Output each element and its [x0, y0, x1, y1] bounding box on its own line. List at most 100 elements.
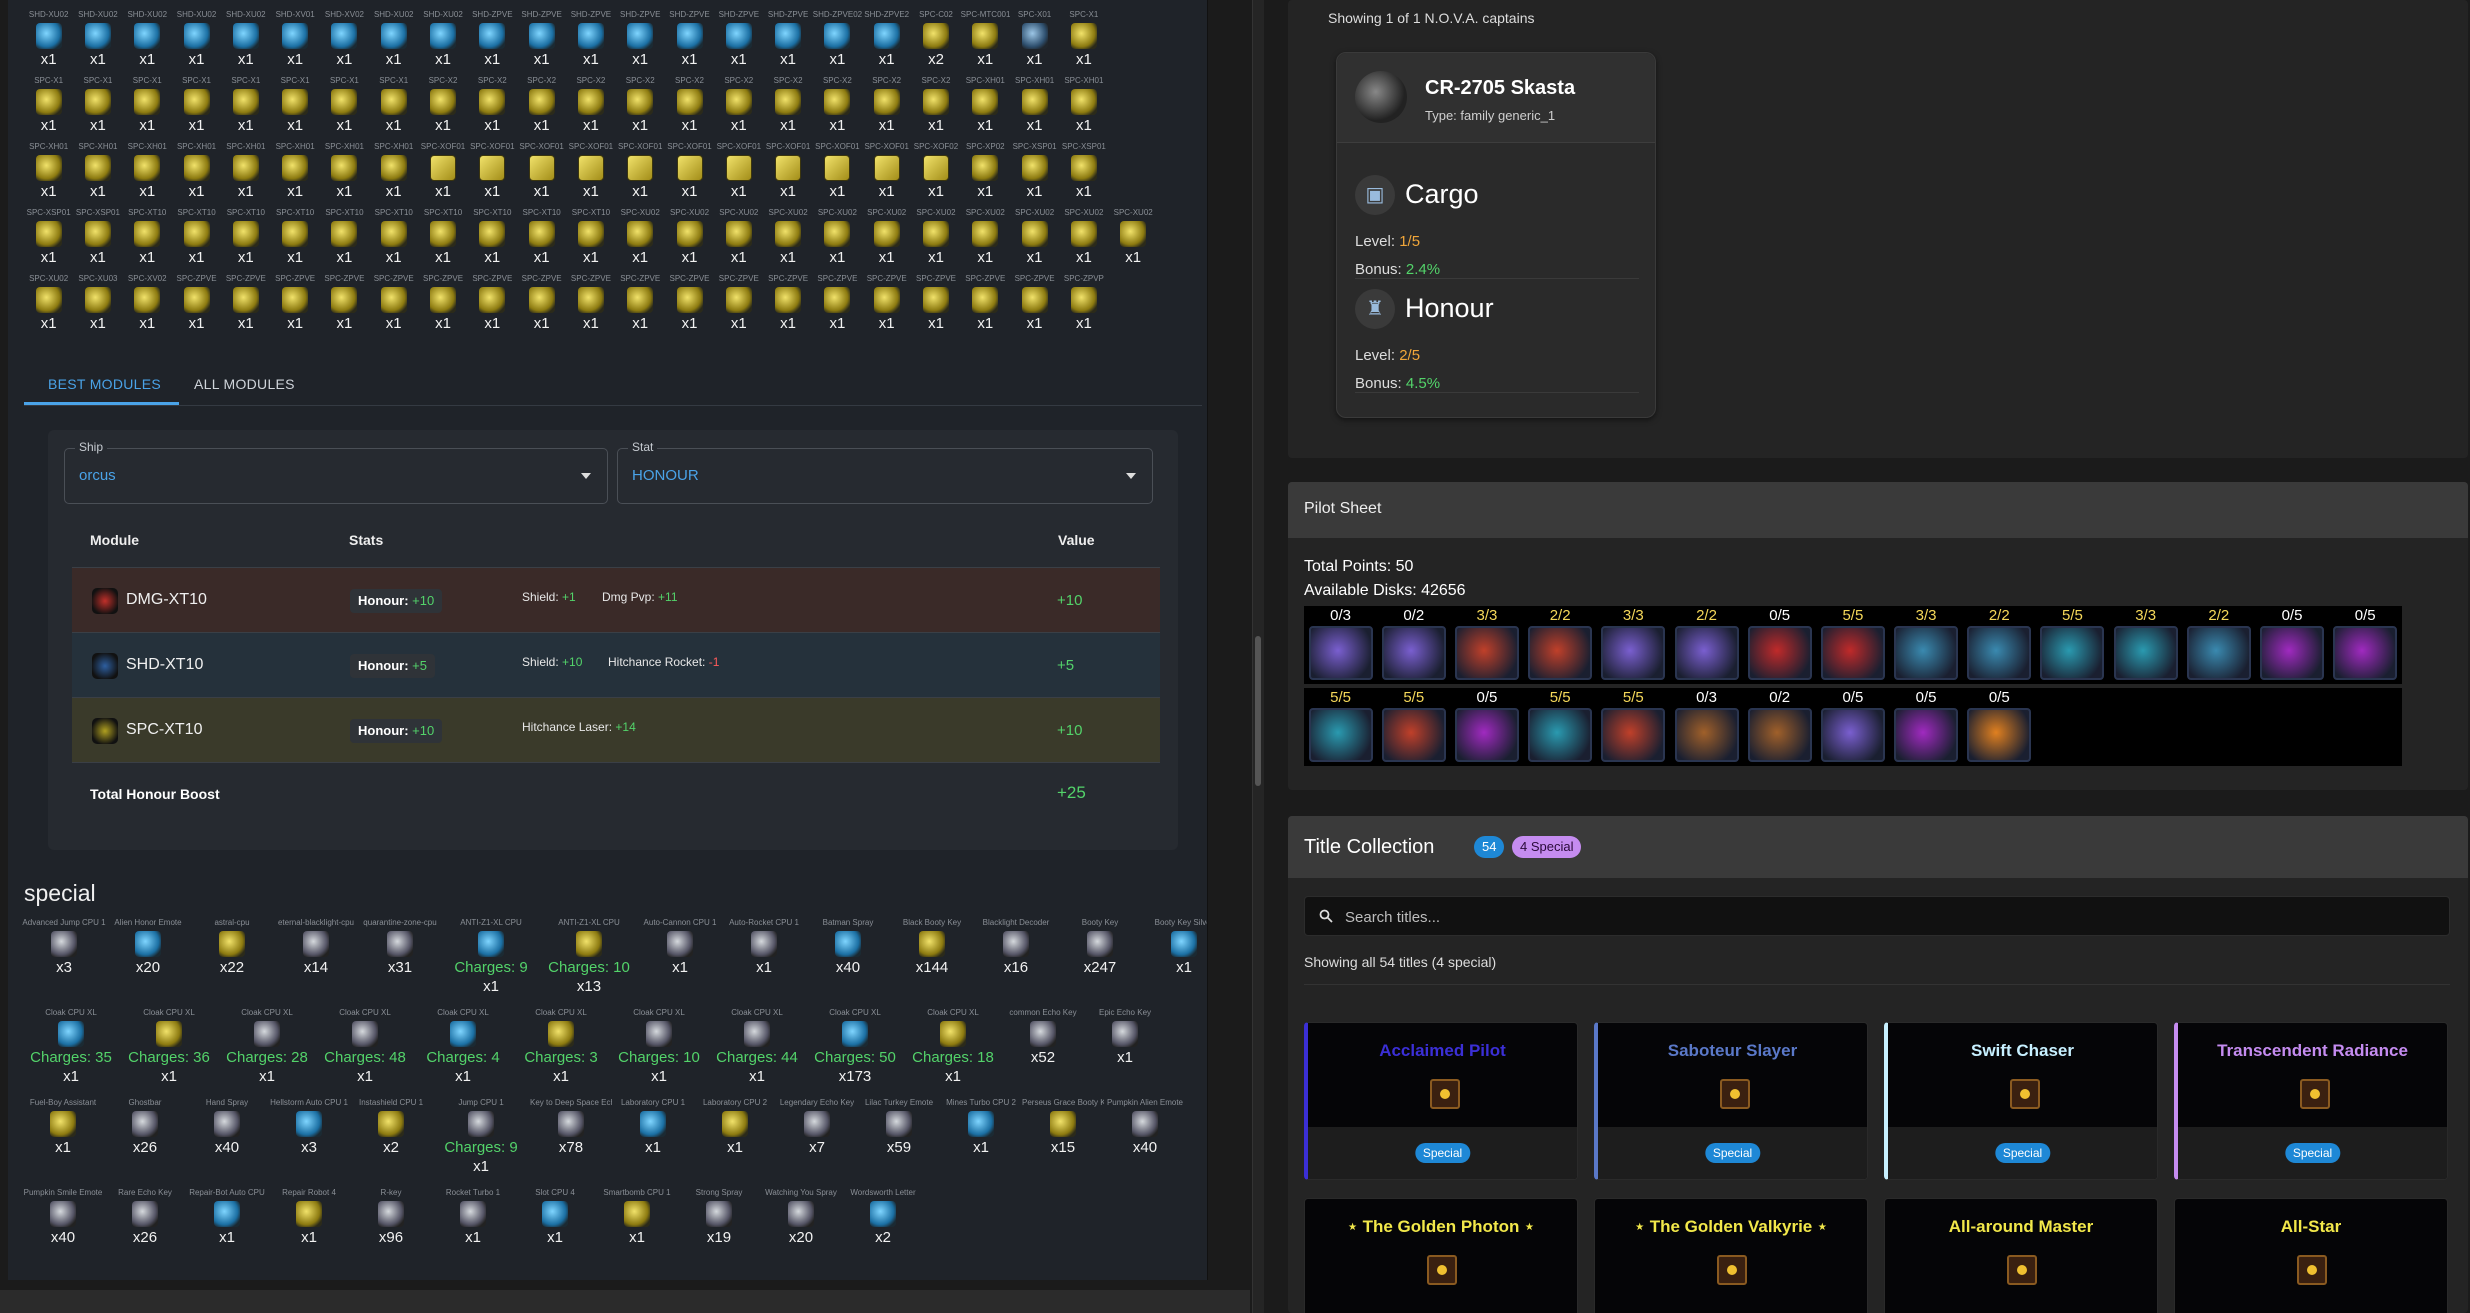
special-item[interactable]: Repair-Bot Auto CPU x1: [186, 1188, 268, 1246]
inventory-item[interactable]: SPC-XT10 x1: [172, 208, 221, 274]
talent-skill[interactable]: 5/5: [1304, 688, 1377, 766]
table-row[interactable]: SHD-XT10 Honour: +5 Shield: +10 Hitchance R…: [72, 633, 1160, 698]
title-card[interactable]: ⋆ The Golden Photon ⋆: [1304, 1198, 1578, 1313]
inventory-item[interactable]: SPC-ZPVE x1: [468, 274, 517, 340]
talent-skill[interactable]: 0/5: [1743, 606, 1816, 684]
inventory-item[interactable]: SPC-XOF01 x1: [468, 142, 517, 208]
special-item[interactable]: Smartbomb CPU 1 x1: [596, 1188, 678, 1246]
inventory-item[interactable]: SHD-XU02 x1: [24, 10, 73, 76]
stat-select[interactable]: Stat HONOUR: [617, 440, 1153, 504]
special-item[interactable]: Pumpkin Alien Emote x40: [1104, 1098, 1186, 1175]
inventory-item[interactable]: SPC-XOF01 x1: [813, 142, 862, 208]
inventory-item[interactable]: SPC-XU02 x1: [813, 208, 862, 274]
inventory-item[interactable]: SPC-XOF02 x1: [911, 142, 960, 208]
inventory-item[interactable]: SPC-XU02 x1: [911, 208, 960, 274]
inventory-item[interactable]: SPC-X2 x1: [714, 76, 763, 142]
inventory-item[interactable]: SHD-ZPVE x1: [763, 10, 812, 76]
special-item[interactable]: Booty Key x247: [1058, 918, 1142, 995]
inventory-item[interactable]: SPC-MTC001 x1: [961, 10, 1010, 76]
special-item[interactable]: Rocket Turbo 1 x1: [432, 1188, 514, 1246]
title-card[interactable]: ⋆ The Golden Valkyrie ⋆: [1594, 1198, 1868, 1313]
inventory-item[interactable]: SPC-XT10 x1: [369, 208, 418, 274]
special-item[interactable]: R-key x96: [350, 1188, 432, 1246]
special-item[interactable]: Rare Echo Key x26: [104, 1188, 186, 1246]
inventory-item[interactable]: SHD-ZPVE x1: [714, 10, 763, 76]
inventory-item[interactable]: SPC-XH01 x1: [24, 142, 73, 208]
inventory-item[interactable]: SHD-ZPVE2 x1: [862, 10, 911, 76]
title-card[interactable]: All-Star: [2174, 1198, 2448, 1313]
inventory-item[interactable]: SPC-XT10 x1: [123, 208, 172, 274]
inventory-item[interactable]: SPC-ZPVE x1: [418, 274, 467, 340]
special-item[interactable]: Cloak CPU XL Charges: 48 x1: [316, 1008, 414, 1085]
talent-skill[interactable]: 0/5: [2255, 606, 2328, 684]
special-item[interactable]: Alien Honor Emote x20: [106, 918, 190, 995]
talent-skill[interactable]: 3/3: [1450, 606, 1523, 684]
inventory-item[interactable]: SHD-ZPVE x1: [665, 10, 714, 76]
inventory-item[interactable]: SHD-XU02 x1: [123, 10, 172, 76]
talent-skill[interactable]: 0/5: [1963, 688, 2036, 766]
inventory-item[interactable]: SPC-ZPVE x1: [665, 274, 714, 340]
talent-skill[interactable]: 0/2: [1743, 688, 1816, 766]
special-item[interactable]: Cloak CPU XL Charges: 4 x1: [414, 1008, 512, 1085]
inventory-item[interactable]: SPC-XSP01 x1: [1059, 142, 1108, 208]
special-item[interactable]: Cloak CPU XL Charges: 35 x1: [22, 1008, 120, 1085]
inventory-item[interactable]: SPC-ZPVE x1: [1010, 274, 1059, 340]
inventory-item[interactable]: SPC-XT10 x1: [517, 208, 566, 274]
special-item[interactable]: Cloak CPU XL Charges: 28 x1: [218, 1008, 316, 1085]
inventory-item[interactable]: SHD-XV02 x1: [320, 10, 369, 76]
special-item[interactable]: Auto-Rocket CPU 1 x1: [722, 918, 806, 995]
special-item[interactable]: Cloak CPU XL Charges: 36 x1: [120, 1008, 218, 1085]
special-item[interactable]: Advanced Jump CPU 1 x3: [22, 918, 106, 995]
inventory-item[interactable]: SPC-XT10 x1: [468, 208, 517, 274]
inventory-item[interactable]: SPC-C02 x2: [911, 10, 960, 76]
special-item[interactable]: Black Booty Key x144: [890, 918, 974, 995]
special-item[interactable]: Lilac Turkey Emote x59: [858, 1098, 940, 1175]
inventory-item[interactable]: SPC-XU03 x1: [73, 274, 122, 340]
inventory-item[interactable]: SPC-X2 x1: [665, 76, 714, 142]
inventory-item[interactable]: SPC-XOF01 x1: [763, 142, 812, 208]
special-item[interactable]: Wordsworth Letter x2: [842, 1188, 924, 1246]
special-item[interactable]: common Echo Key x52: [1002, 1008, 1084, 1085]
special-item[interactable]: Laboratory CPU 1 x1: [612, 1098, 694, 1175]
inventory-item[interactable]: SHD-ZPVE x1: [566, 10, 615, 76]
inventory-item[interactable]: SPC-X1 x1: [24, 76, 73, 142]
talent-skill[interactable]: 0/3: [1670, 688, 1743, 766]
talent-skill[interactable]: 5/5: [1816, 606, 1889, 684]
inventory-item[interactable]: SPC-X2 x1: [862, 76, 911, 142]
title-card[interactable]: Transcendent Radiance Special: [2174, 1022, 2448, 1180]
inventory-item[interactable]: SPC-XH01 x1: [172, 142, 221, 208]
inventory-item[interactable]: SPC-ZPVE x1: [911, 274, 960, 340]
inventory-item[interactable]: SPC-ZPVE x1: [714, 274, 763, 340]
inventory-item[interactable]: SHD-ZPVE x1: [468, 10, 517, 76]
special-item[interactable]: Watching You Spray x20: [760, 1188, 842, 1246]
inventory-item[interactable]: SPC-ZPVE x1: [369, 274, 418, 340]
talent-skill[interactable]: 2/2: [1670, 606, 1743, 684]
special-item[interactable]: quarantine-zone-cpu x31: [358, 918, 442, 995]
special-item[interactable]: Instashield CPU 1 x2: [350, 1098, 432, 1175]
inventory-item[interactable]: SPC-X2 x1: [813, 76, 862, 142]
special-item[interactable]: ANTI-Z1-XL CPU Charges: 10 x13: [540, 918, 638, 995]
inventory-item[interactable]: SPC-XP02 x1: [961, 142, 1010, 208]
inventory-item[interactable]: SPC-X1 x1: [369, 76, 418, 142]
table-row[interactable]: DMG-XT10 Honour: +10 Shield: +1 Dmg Pvp: +1…: [72, 568, 1160, 633]
inventory-item[interactable]: SPC-XU02 x1: [763, 208, 812, 274]
title-card[interactable]: Saboteur Slayer Special: [1594, 1022, 1868, 1180]
special-item[interactable]: Pumpkin Smile Emote x40: [22, 1188, 104, 1246]
title-card[interactable]: All-around Master: [1884, 1198, 2158, 1313]
special-item[interactable]: Epic Echo Key x1: [1084, 1008, 1166, 1085]
inventory-item[interactable]: SPC-XOF01 x1: [566, 142, 615, 208]
inventory-item[interactable]: SPC-X1 x1: [320, 76, 369, 142]
talent-skill[interactable]: 5/5: [1377, 688, 1450, 766]
special-item[interactable]: Fuel-Boy Assistant x1: [22, 1098, 104, 1175]
special-item[interactable]: Cloak CPU XL Charges: 3 x1: [512, 1008, 610, 1085]
inventory-item[interactable]: SPC-X2 x1: [616, 76, 665, 142]
inventory-item[interactable]: SHD-XU02 x1: [369, 10, 418, 76]
inventory-item[interactable]: SPC-ZPVE x1: [320, 274, 369, 340]
title-card[interactable]: Acclaimed Pilot Special: [1304, 1022, 1578, 1180]
inventory-item[interactable]: SPC-X1 x1: [73, 76, 122, 142]
inventory-item[interactable]: SPC-XOF01 x1: [517, 142, 566, 208]
talent-skill[interactable]: 2/2: [1963, 606, 2036, 684]
inventory-item[interactable]: SPC-XU02 x1: [1010, 208, 1059, 274]
talent-skill[interactable]: 0/5: [1816, 688, 1889, 766]
inventory-item[interactable]: SPC-XU02 x1: [1059, 208, 1108, 274]
